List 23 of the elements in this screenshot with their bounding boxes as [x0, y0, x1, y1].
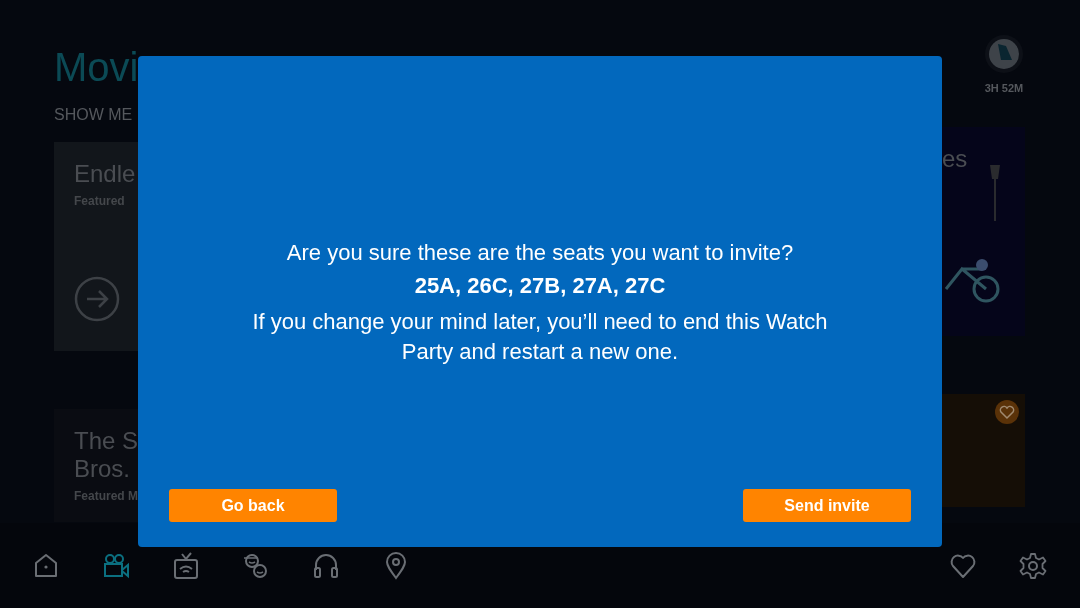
- movies-tab[interactable]: Movi: [54, 44, 138, 90]
- flight-progress-icon: [984, 34, 1024, 74]
- card-title: The S: [74, 427, 138, 455]
- home-icon[interactable]: [32, 551, 60, 580]
- headphones-icon[interactable]: [312, 551, 340, 580]
- send-invite-button[interactable]: Send invite: [743, 489, 911, 522]
- card-title: es: [942, 145, 969, 173]
- tv-icon[interactable]: [172, 551, 200, 580]
- content-card[interactable]: es: [942, 127, 1025, 336]
- warning-text: If you change your mind later, you’ll need to end this Watch Party and restart a new one.: [251, 308, 829, 366]
- kids-faces-icon[interactable]: [242, 551, 270, 580]
- filter-label: SHOW ME: [54, 106, 134, 124]
- go-back-button[interactable]: Go back: [169, 489, 337, 522]
- card-subtitle: Featured M: [74, 489, 138, 503]
- movie-camera-icon[interactable]: [102, 551, 130, 580]
- flight-time: 3H 52M: [984, 82, 1024, 94]
- bicycle-icon: [942, 257, 1002, 303]
- confirm-question: Are you sure these are the seats you want to invite?: [286, 239, 794, 267]
- card-title: Endle: [74, 160, 137, 188]
- settings-icon[interactable]: [1019, 551, 1047, 580]
- seat-list: 25A, 26C, 27B, 27A, 27C: [414, 271, 666, 301]
- content-card[interactable]: The S Bros. Featured M: [54, 409, 138, 522]
- card-title: Bros.: [74, 455, 131, 483]
